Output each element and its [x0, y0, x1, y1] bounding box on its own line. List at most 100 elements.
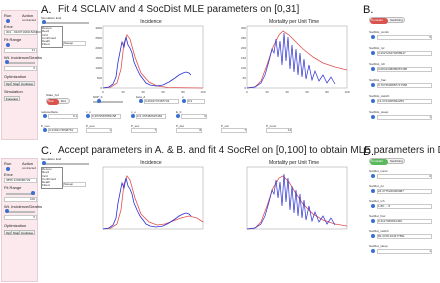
sweep-field[interactable]: Sweep — [63, 41, 86, 46]
param-field[interactable]: 0.7073530887717956 — [377, 83, 432, 88]
continue-button[interactable]: Continue — [19, 230, 36, 235]
param-knob[interactable] — [371, 35, 375, 39]
param-label: SocRel_rpr — [369, 184, 385, 188]
svg-text:60: 60 — [305, 90, 309, 94]
error-label: Error — [4, 24, 13, 29]
constant-switching-toggle[interactable]: Constant Switching — [369, 158, 405, 165]
wt-field[interactable]: 0 — [4, 66, 37, 71]
param-knob[interactable] — [371, 234, 375, 238]
wt-knob[interactable] — [5, 209, 9, 213]
param-field[interactable]: 0.3979587859158 — [91, 114, 121, 119]
param-field[interactable]: 7 — [221, 128, 247, 133]
fit-range-knob[interactable] — [6, 43, 10, 47]
param-field[interactable]: 1 — [377, 249, 432, 254]
param-knob[interactable] — [371, 249, 375, 253]
param-knob[interactable] — [371, 219, 375, 223]
svg-text:2500: 2500 — [95, 36, 102, 40]
panel-b: Constant Switching SocDist_contin 0 SocD… — [367, 17, 437, 142]
legend-item[interactable]: Fitted — [42, 184, 62, 188]
param-knob[interactable] — [371, 115, 375, 119]
panel-d-letter: D. — [363, 146, 374, 158]
param-label: SocRel_steep — [369, 244, 388, 248]
observed-curve — [102, 177, 192, 230]
param-knob[interactable] — [176, 114, 180, 118]
param-field[interactable]: 3.402726479258947 — [377, 51, 432, 56]
forecast-button[interactable]: Forecast — [4, 96, 20, 101]
panel-c-letter: C. — [41, 145, 52, 157]
observed-curve — [246, 32, 336, 89]
legend-item[interactable]: Fitted — [42, 43, 62, 47]
wt-knob[interactable] — [5, 60, 9, 64]
param-field[interactable]: 0.3 — [187, 99, 205, 104]
param-field[interactable]: 1.89…..5 — [377, 204, 432, 209]
param-knob[interactable] — [86, 114, 90, 118]
param-label: SocDist_frac — [369, 78, 387, 82]
action-value: contracted — [22, 166, 37, 170]
wt-field[interactable]: 0 — [4, 215, 37, 220]
param-field[interactable]: 0.2494173848761 — [48, 128, 78, 133]
param-knob[interactable] — [371, 99, 375, 103]
panel-a-sidebar: Run Action contracted Error 304…93297194… — [1, 10, 42, 140]
param-field[interactable]: 8 — [176, 128, 202, 133]
param-knob[interactable] — [371, 174, 375, 178]
wt-slider[interactable] — [6, 62, 35, 64]
param-field[interactable]: 7 — [131, 128, 157, 133]
param-field[interactable]: 1 — [86, 128, 112, 133]
param-field[interactable]: 0 — [377, 174, 432, 179]
fit-range-field[interactable]: 31 — [4, 48, 37, 53]
param-knob[interactable] — [371, 83, 375, 87]
param-knob[interactable] — [43, 114, 47, 118]
sim-end-slider[interactable] — [42, 22, 89, 24]
state-label: State_fxd — [46, 93, 59, 97]
param-field[interactable]: 0.6.478480625483 — [136, 114, 166, 119]
param-field[interactable]: 82.4478.404277891 — [377, 234, 432, 239]
constant-switching-toggle[interactable]: Constant Switching — [369, 17, 405, 24]
run-radio[interactable] — [6, 19, 10, 23]
param-knob[interactable] — [182, 99, 186, 103]
error-field[interactable]: 3855.1303980733 — [4, 178, 37, 183]
param-knob[interactable] — [43, 128, 47, 132]
panel-a-main: Simulation End Rezero Revd Incd Confirme… — [41, 16, 357, 142]
continue-button[interactable]: Continue — [19, 81, 36, 86]
param-field[interactable]: 0.1 — [48, 114, 78, 119]
param-field[interactable]: 0.2601737487743 — [144, 99, 179, 104]
mortality-y-ticks: 300 250 200 150 100 50 0 — [241, 26, 246, 90]
param-knob[interactable] — [371, 51, 375, 55]
run-label: Run — [4, 161, 12, 166]
param-label: SocRel_rch — [369, 199, 385, 203]
sweep-field[interactable]: Sweep — [63, 182, 86, 187]
error-field[interactable]: 304…9329719491529453 — [4, 30, 41, 35]
param-label: SocDist_rpr — [369, 46, 385, 50]
svg-text:20: 20 — [265, 90, 269, 94]
svg-text:50: 50 — [243, 76, 247, 80]
param-knob[interactable] — [139, 99, 143, 103]
wt-slider[interactable] — [6, 211, 35, 213]
sim-end-slider[interactable] — [42, 163, 89, 165]
sim-end-knob[interactable] — [42, 161, 46, 165]
run-radio[interactable] — [6, 167, 10, 171]
svg-text:20: 20 — [121, 90, 125, 94]
param-field[interactable]: 1 — [377, 115, 432, 120]
fit-range-field[interactable]: 100 — [4, 197, 37, 202]
param-field[interactable]: 0 — [181, 114, 207, 119]
param-knob[interactable] — [371, 204, 375, 208]
param-field[interactable]: 14 — [266, 128, 292, 133]
fit-range-label: Fit Range — [4, 185, 22, 190]
panel-c-main: Simulation End Rezero Revd Incd Confirme… — [41, 157, 357, 282]
state-toggle[interactable]: Stoc Det — [46, 98, 70, 105]
simulation-label: Simulation — [4, 89, 23, 94]
param-knob[interactable] — [371, 189, 375, 193]
param-field[interactable]: 24.3775229300987 — [377, 189, 432, 194]
svg-text:0: 0 — [102, 90, 104, 94]
param-field[interactable]: 13.3744305692259 — [377, 99, 432, 104]
param-knob[interactable] — [97, 99, 101, 103]
param-field[interactable]: 0.0841338086957285 — [377, 67, 432, 72]
param-knob[interactable] — [371, 67, 375, 71]
incidence-y-ticks: 3000 2500 2000 1500 1000 500 0 — [95, 26, 102, 90]
fit-range-knob[interactable] — [31, 191, 35, 195]
sim-end-knob[interactable] — [42, 20, 46, 24]
param-field[interactable]: 0 — [377, 35, 432, 40]
param-field[interactable]: 0.3117069544436 — [377, 219, 432, 224]
mortality-x-ticks: 0 20 40 60 80 100 — [246, 90, 350, 94]
param-knob[interactable] — [131, 114, 135, 118]
